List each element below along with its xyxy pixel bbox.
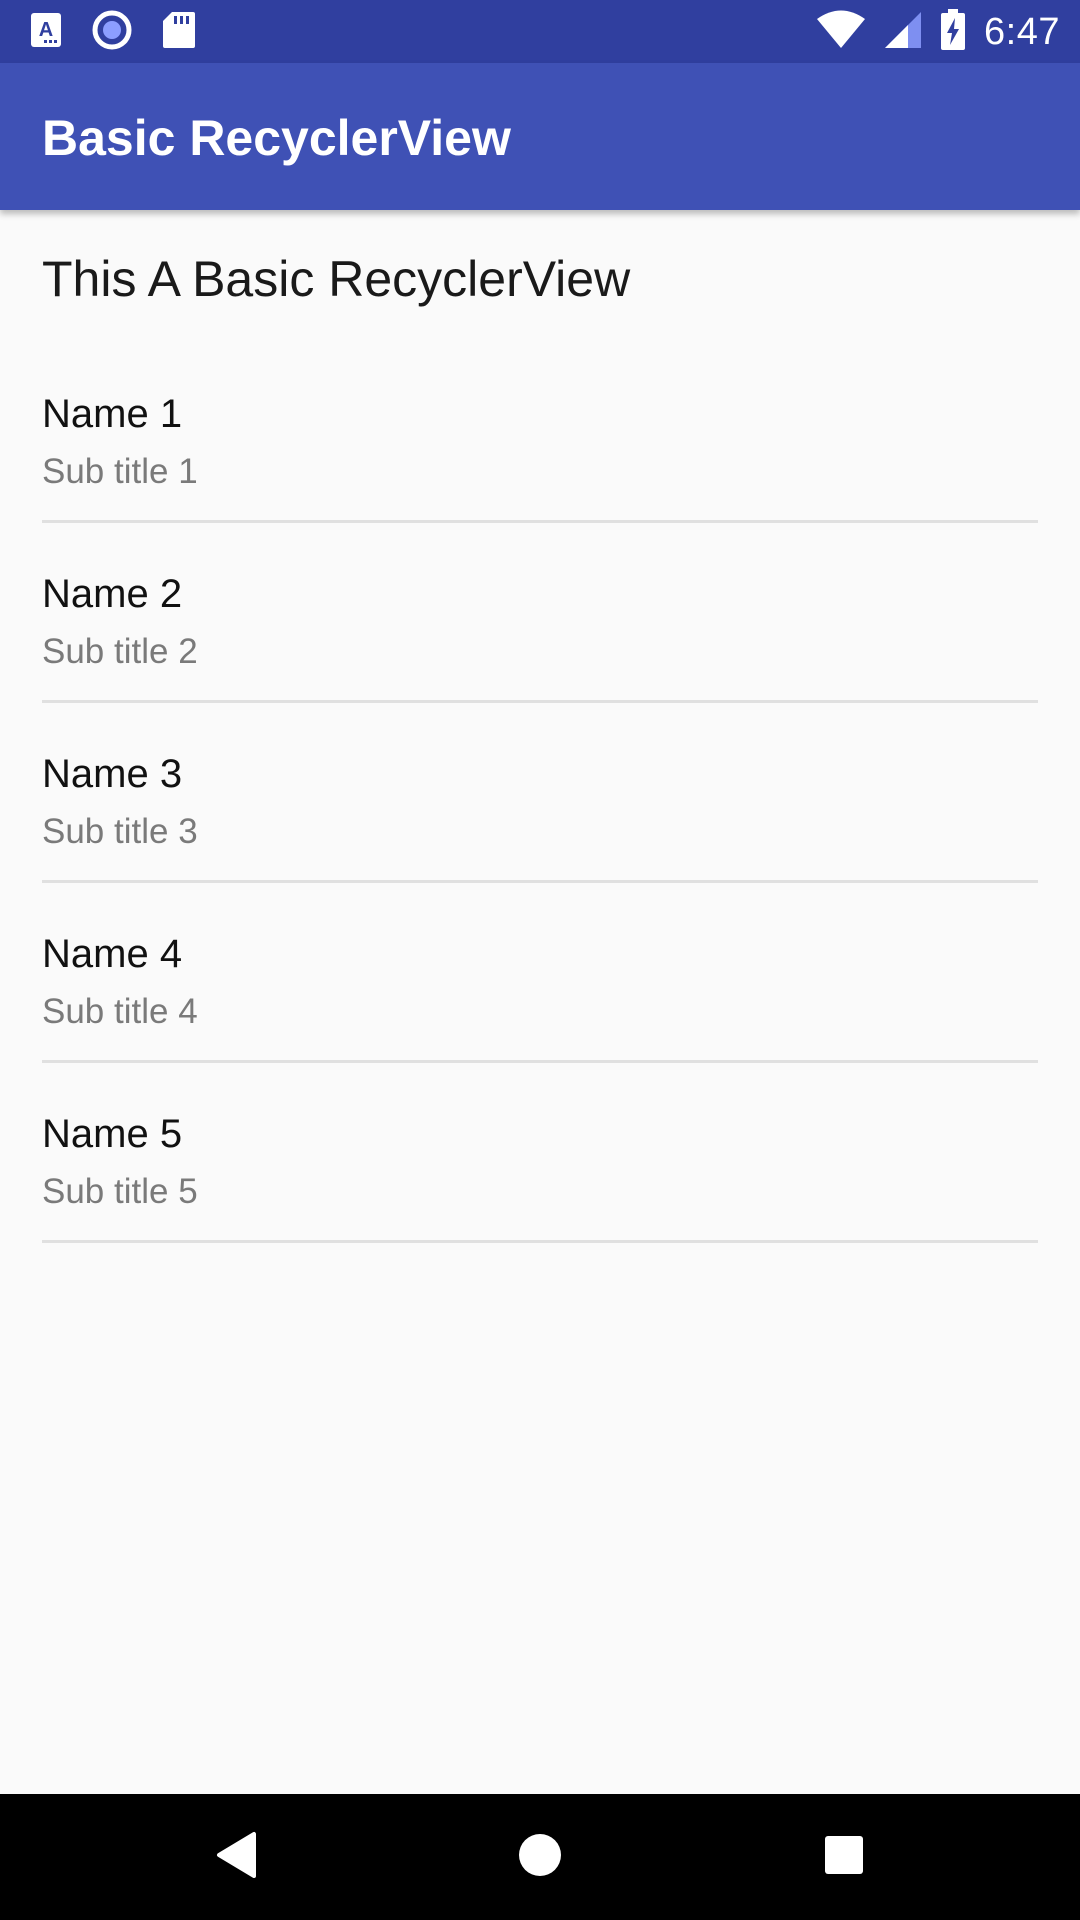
record-icon [92, 10, 132, 55]
item-subtitle: Sub title 4 [42, 992, 198, 1031]
item-name: Name 3 [42, 752, 183, 796]
list-item[interactable]: Name 1 Sub title 1 [0, 374, 1080, 554]
recents-button[interactable] [814, 1827, 874, 1887]
accessibility-a-icon: A [30, 12, 62, 53]
status-bar: A 6:47 [0, 0, 1080, 63]
recycler-list[interactable]: Name 1 Sub title 1 Name 2 Sub title 2 Na… [0, 374, 1080, 1274]
system-icons: 6:47 [816, 8, 1060, 56]
list-item[interactable]: Name 3 Sub title 3 [0, 734, 1080, 914]
cell-signal-icon [884, 10, 922, 55]
notification-icons: A [30, 10, 196, 55]
back-button[interactable] [206, 1827, 266, 1887]
list-item[interactable]: Name 4 Sub title 4 [0, 914, 1080, 1094]
list-item[interactable]: Name 5 Sub title 5 [0, 1094, 1080, 1274]
app-title: Basic RecyclerView [42, 110, 511, 166]
sd-card-icon [162, 11, 196, 54]
main-content: This A Basic RecyclerView Name 1 Sub tit… [0, 210, 1080, 1794]
recents-icon [823, 1834, 865, 1881]
item-name: Name 2 [42, 572, 183, 616]
item-subtitle: Sub title 2 [42, 632, 198, 671]
home-button[interactable] [510, 1827, 570, 1887]
back-icon [214, 1831, 258, 1884]
page-heading: This A Basic RecyclerView [42, 251, 631, 307]
list-item[interactable]: Name 2 Sub title 2 [0, 554, 1080, 734]
status-time: 6:47 [984, 10, 1060, 53]
wifi-icon [816, 10, 866, 55]
divider [42, 880, 1038, 883]
battery-charging-icon [940, 8, 966, 56]
app-screen: A 6:47 Basic RecyclerView This A Basic R… [0, 0, 1080, 1920]
svg-text:A: A [39, 19, 53, 41]
divider [42, 520, 1038, 523]
item-subtitle: Sub title 5 [42, 1172, 198, 1211]
item-subtitle: Sub title 3 [42, 812, 198, 851]
navigation-bar [0, 1794, 1080, 1920]
app-bar: Basic RecyclerView [0, 63, 1080, 210]
item-subtitle: Sub title 1 [42, 452, 198, 491]
divider [42, 1060, 1038, 1063]
home-icon [517, 1832, 563, 1883]
item-name: Name 1 [42, 392, 183, 436]
divider [42, 700, 1038, 703]
item-name: Name 4 [42, 932, 183, 976]
divider [42, 1240, 1038, 1243]
item-name: Name 5 [42, 1112, 183, 1156]
